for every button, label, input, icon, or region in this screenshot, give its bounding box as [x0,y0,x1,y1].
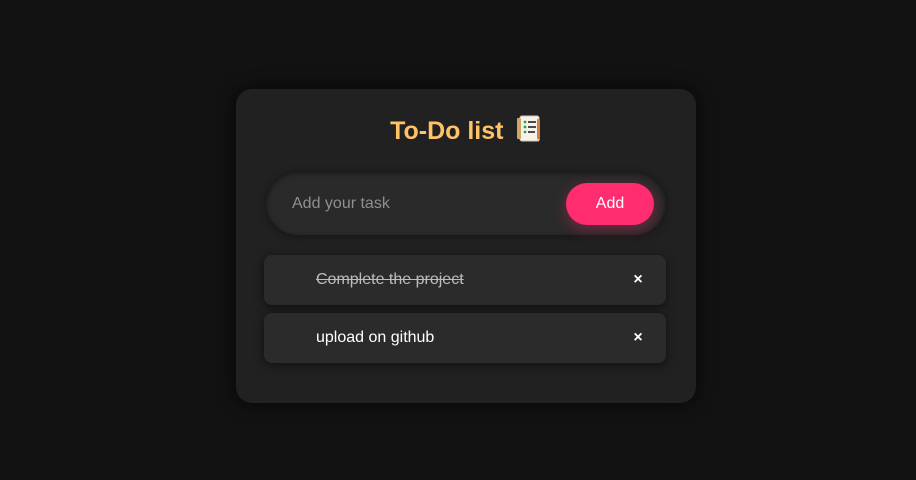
add-button[interactable]: Add [566,183,654,225]
task-input[interactable] [290,187,554,221]
close-icon[interactable]: × [628,326,648,350]
close-icon[interactable]: × [628,268,648,292]
notebook-icon [516,115,542,143]
todo-card: To-Do list Add your task Add Complete th… [236,89,696,403]
list-item[interactable]: Complete the project × [264,255,666,305]
task-entry-row: Add [266,171,666,235]
task-text[interactable]: upload on github [316,329,434,347]
page-title: To-Do list [390,117,504,145]
header: To-Do list [236,115,696,146]
page: To-Do list Add your task Add Complete th… [0,0,916,480]
task-list: Complete the project × upload on github … [264,255,666,371]
task-text[interactable]: Complete the project [316,271,464,289]
list-item[interactable]: upload on github × [264,313,666,363]
